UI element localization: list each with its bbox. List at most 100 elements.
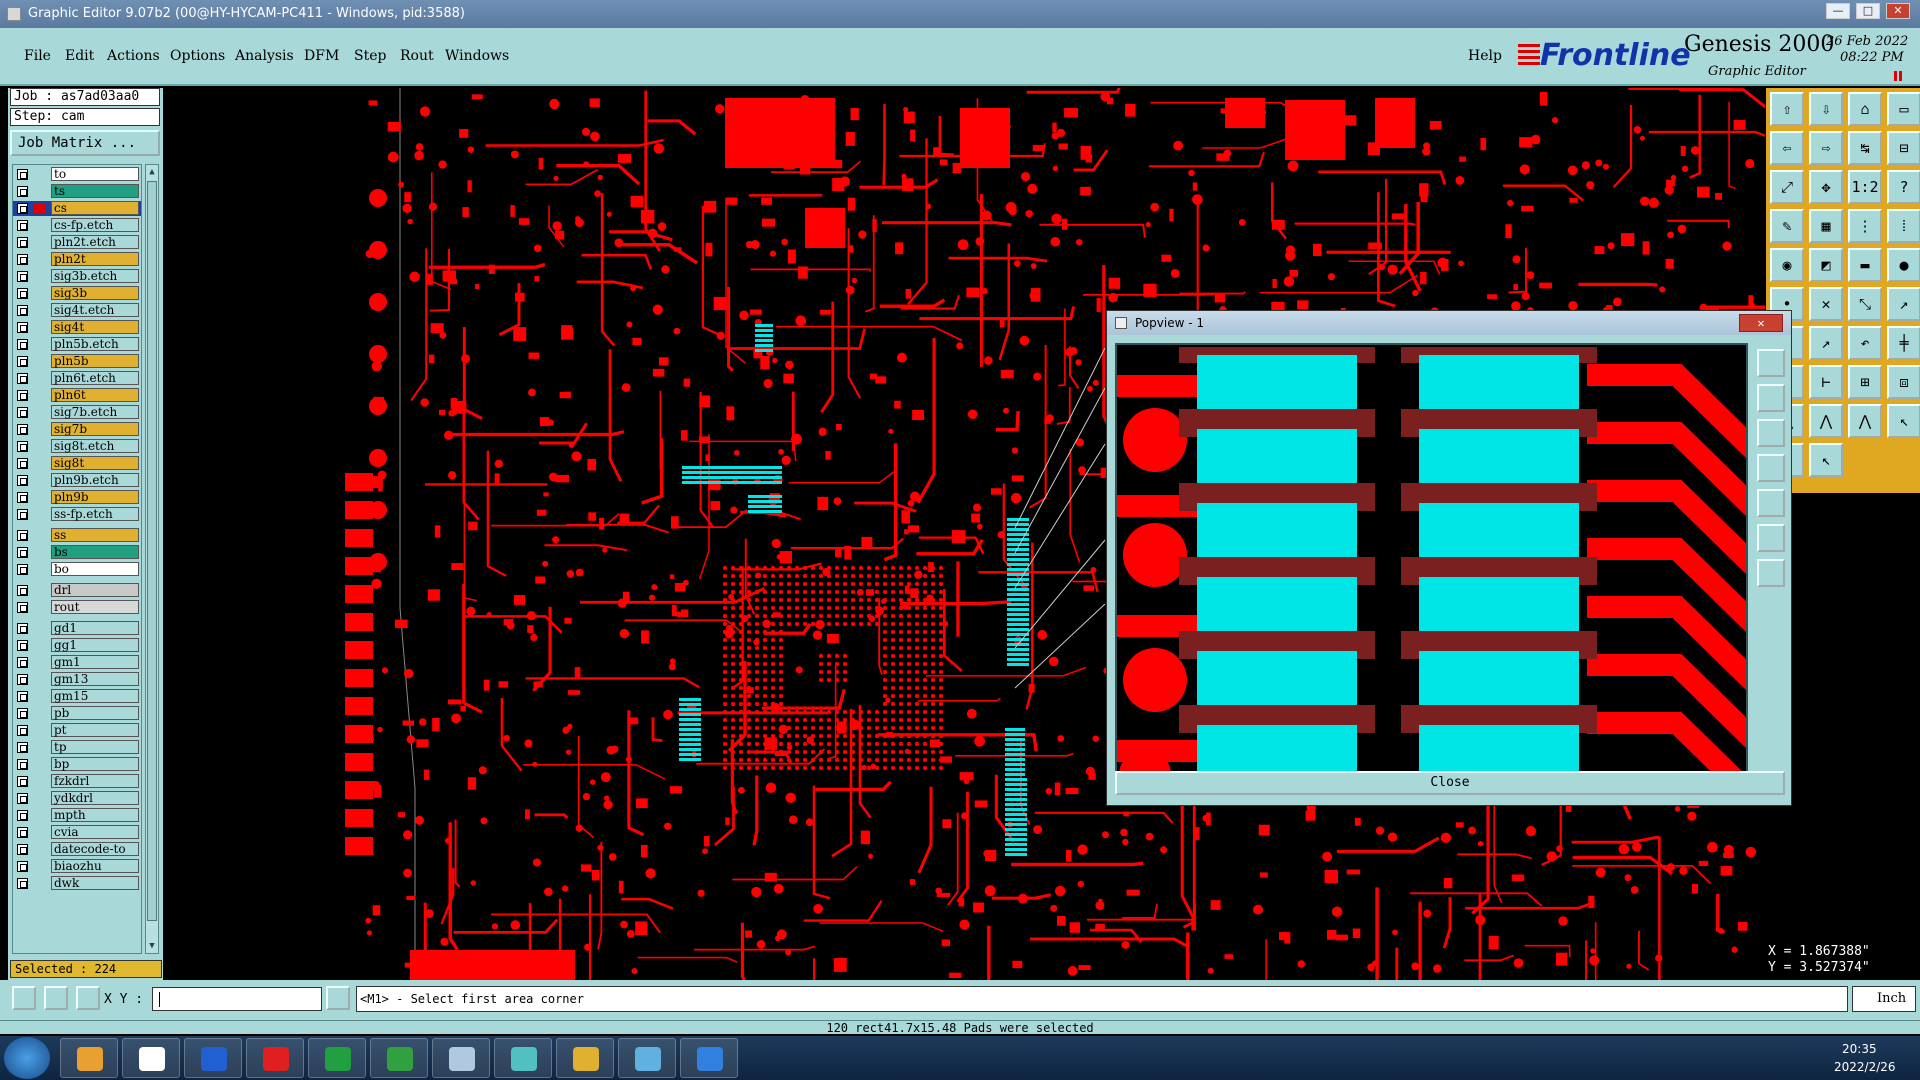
layer-name[interactable]: sig3b.etch <box>51 269 139 283</box>
layer-icon[interactable]: ⁞ <box>1887 209 1920 243</box>
layer-checkbox[interactable] <box>17 810 28 821</box>
layer-name[interactable]: bp <box>51 757 139 771</box>
measure-mode-icon[interactable] <box>44 986 68 1010</box>
view-home-icon[interactable]: ⇧ <box>1770 92 1804 126</box>
layer-checkbox[interactable] <box>17 827 28 838</box>
taskbar-cad-icon[interactable] <box>432 1038 490 1078</box>
pad-icon[interactable]: ◉ <box>1770 248 1804 282</box>
menu-options[interactable]: Options <box>170 48 225 64</box>
layer-name[interactable]: bs <box>51 545 139 559</box>
layer-row-pln6t[interactable]: pln6t <box>13 388 141 403</box>
route-icon[interactable]: ↗ <box>1809 326 1843 360</box>
taskbar-app-icon[interactable] <box>246 1038 304 1078</box>
popview-tool-icon[interactable] <box>1757 349 1785 377</box>
layer-row-pln9b.etch[interactable]: pln9b.etch <box>13 473 141 488</box>
layer-row-sig3b.etch[interactable]: sig3b.etch <box>13 269 141 284</box>
layer-checkbox[interactable] <box>17 725 28 736</box>
layer-row-bs[interactable]: bs <box>13 545 141 560</box>
layer-checkbox[interactable] <box>17 271 28 282</box>
frame-icon[interactable]: ▭ <box>1887 92 1920 126</box>
pan-right-icon[interactable]: ⇨ <box>1809 131 1843 165</box>
layer-name[interactable]: gm1 <box>51 655 139 669</box>
layer-name[interactable]: pln5b.etch <box>51 337 139 351</box>
layer-checkbox[interactable] <box>17 458 28 469</box>
minimize-button[interactable]: — <box>1826 3 1850 19</box>
layer-row-rout[interactable]: rout <box>13 600 141 615</box>
layer-row-tp[interactable]: tp <box>13 740 141 755</box>
layer-name[interactable]: pln2t <box>51 252 139 266</box>
popview-tool-icon[interactable] <box>1757 524 1785 552</box>
scroll-down-icon[interactable]: ▼ <box>147 941 157 951</box>
layer-checkbox[interactable] <box>17 509 28 520</box>
layer-checkbox[interactable] <box>17 475 28 486</box>
layer-checkbox[interactable] <box>17 492 28 503</box>
select-icon[interactable]: ↖ <box>1809 443 1843 477</box>
measure-icon[interactable]: ╪ <box>1887 326 1920 360</box>
layer-checkbox[interactable] <box>17 564 28 575</box>
taskbar-pad-icon[interactable] <box>308 1038 366 1078</box>
layer-checkbox[interactable] <box>17 623 28 634</box>
layer-checkbox[interactable] <box>17 220 28 231</box>
layer-row-gm13[interactable]: gm13 <box>13 672 141 687</box>
taskbar-viewer-icon[interactable] <box>618 1038 676 1078</box>
menu-actions[interactable]: Actions <box>107 48 160 64</box>
layer-checkbox[interactable] <box>17 237 28 248</box>
layer-name[interactable]: rout <box>51 600 139 614</box>
layer-row-gm15[interactable]: gm15 <box>13 689 141 704</box>
zoom-fit-icon[interactable]: ↹ <box>1848 131 1882 165</box>
layer-name[interactable]: pln9b.etch <box>51 473 139 487</box>
layer-row-to[interactable]: to <box>13 167 141 182</box>
scroll-thumb[interactable] <box>147 181 157 921</box>
layer-row-cvia[interactable]: cvia <box>13 825 141 840</box>
surface-icon[interactable]: ⋀ <box>1848 404 1882 438</box>
layer-name[interactable]: biaozhu <box>51 859 139 873</box>
layer-checkbox[interactable] <box>17 861 28 872</box>
layer-name[interactable]: sig4t <box>51 320 139 334</box>
home-icon[interactable]: ⌂ <box>1848 92 1882 126</box>
layer-row-cs-fp.etch[interactable]: cs-fp.etch <box>13 218 141 233</box>
menu-windows[interactable]: Windows <box>445 48 509 64</box>
layer-row-sig4t[interactable]: sig4t <box>13 320 141 335</box>
layer-name[interactable]: ydkdrl <box>51 791 139 805</box>
zoom-out-icon[interactable]: ⤢ <box>1770 170 1804 204</box>
layer-row-pln9b[interactable]: pln9b <box>13 490 141 505</box>
layer-name[interactable]: gg1 <box>51 638 139 652</box>
layer-name[interactable]: sig7b <box>51 422 139 436</box>
layer-checkbox[interactable] <box>17 441 28 452</box>
layer-row-cs[interactable]: cs <box>13 201 141 216</box>
popview-tool-icon[interactable] <box>1757 559 1785 587</box>
layer-checkbox[interactable] <box>17 585 28 596</box>
layer-checkbox[interactable] <box>17 708 28 719</box>
layer-checkbox[interactable] <box>17 530 28 541</box>
snap-mode-icon[interactable] <box>12 986 36 1010</box>
menu-analysis[interactable]: Analysis <box>235 48 294 64</box>
layer-name[interactable]: datecode-to <box>51 842 139 856</box>
wire-icon[interactable]: ⊢ <box>1809 365 1843 399</box>
layer-name[interactable]: ss-fp.etch <box>51 507 139 521</box>
layer-name[interactable]: gd1 <box>51 621 139 635</box>
taskbar-browser-icon[interactable] <box>680 1038 738 1078</box>
redraw-icon[interactable]: ✎ <box>1770 209 1804 243</box>
layer-row-bo[interactable]: bo <box>13 562 141 577</box>
pause-icon[interactable] <box>1894 70 1904 81</box>
pan-left-icon[interactable]: ⇦ <box>1770 131 1804 165</box>
layer-checkbox[interactable] <box>17 793 28 804</box>
layer-row-sig7b.etch[interactable]: sig7b.etch <box>13 405 141 420</box>
layer-checkbox[interactable] <box>17 373 28 384</box>
layer-row-dwk[interactable]: dwk <box>13 876 141 891</box>
layer-name[interactable]: dwk <box>51 876 139 890</box>
layer-name[interactable]: gm13 <box>51 672 139 686</box>
layer-checkbox[interactable] <box>17 186 28 197</box>
taskbar-excel-icon[interactable] <box>370 1038 428 1078</box>
menu-dfm[interactable]: DFM <box>304 48 339 64</box>
layer-row-pln2t.etch[interactable]: pln2t.etch <box>13 235 141 250</box>
layer-row-gm1[interactable]: gm1 <box>13 655 141 670</box>
layer-name[interactable]: pln6t <box>51 388 139 402</box>
layer-name[interactable]: sig4t.etch <box>51 303 139 317</box>
layer-checkbox[interactable] <box>17 691 28 702</box>
taskbar-save-icon[interactable] <box>184 1038 242 1078</box>
layer-row-pb[interactable]: pb <box>13 706 141 721</box>
layer-scrollbar[interactable]: ▲ ▼ <box>145 164 159 954</box>
layer-checkbox[interactable] <box>17 759 28 770</box>
popview-tool-icon[interactable] <box>1757 384 1785 412</box>
